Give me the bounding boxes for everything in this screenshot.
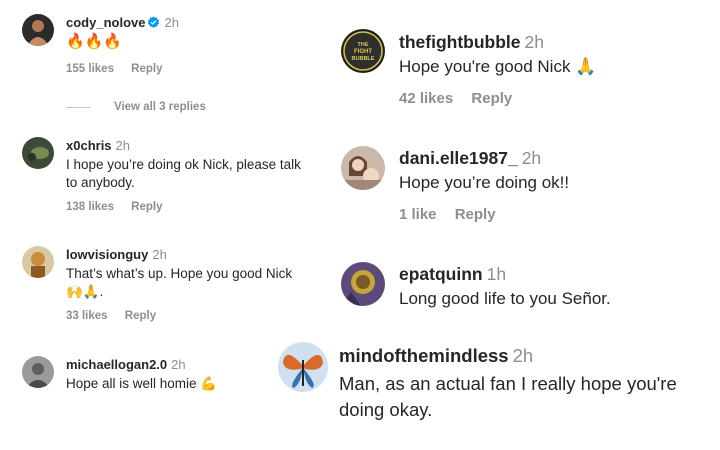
avatar[interactable]	[278, 342, 328, 392]
timestamp: 2h	[115, 138, 131, 153]
username[interactable]: mindofthemindless	[339, 345, 509, 366]
reply-button[interactable]: Reply	[131, 63, 162, 75]
likes-count[interactable]: 1 like	[399, 206, 437, 223]
timestamp: 2h	[171, 357, 186, 372]
comment-text: Hope you’re doing ok!!	[399, 173, 570, 192]
timestamp: 2h	[524, 32, 544, 52]
comment-text: 🔥🔥🔥	[66, 33, 123, 50]
comment: cody_nolove 2h 🔥🔥🔥 155 likes Reply	[66, 14, 266, 75]
likes-count[interactable]: 155 likes	[66, 63, 114, 75]
comment: x0chris 2h I hope you’re doing ok Nick, p…	[66, 137, 316, 213]
comment: dani.elle1987_ 2h Hope you’re doing ok!! …	[399, 148, 699, 223]
comment-text: Hope you're good Nick 🙏	[399, 57, 597, 76]
avatar[interactable]	[22, 246, 54, 278]
username[interactable]: thefightbubble	[399, 32, 521, 52]
username[interactable]: x0chris	[66, 138, 112, 153]
timestamp: 2h	[512, 345, 534, 366]
avatar[interactable]: THE FIGHT BUBBLE	[341, 29, 385, 73]
comment-text: I hope you’re doing ok Nick, please talk…	[66, 157, 301, 190]
avatar[interactable]	[341, 146, 385, 190]
username[interactable]: cody_nolove	[66, 15, 145, 30]
reply-button[interactable]: Reply	[125, 310, 156, 322]
verified-badge-icon	[148, 16, 160, 28]
username[interactable]: dani.elle1987_	[399, 148, 518, 168]
reply-button[interactable]: Reply	[471, 90, 512, 107]
avatar[interactable]	[341, 262, 385, 306]
timestamp: 2h	[164, 15, 179, 30]
view-replies-label: View all 3 replies	[114, 101, 206, 113]
timestamp: 1h	[486, 264, 507, 284]
comment: epatquinn 1h Long good life to you Señor.	[399, 264, 699, 310]
svg-text:BUBBLE: BUBBLE	[352, 56, 375, 62]
timestamp: 2h	[521, 148, 542, 168]
comment-text: Hope all is well homie 💪	[66, 376, 218, 391]
avatar[interactable]	[22, 14, 54, 46]
svg-text:FIGHT: FIGHT	[354, 49, 372, 55]
svg-text:THE: THE	[358, 42, 369, 48]
reply-button[interactable]: Reply	[131, 201, 162, 213]
comment: michaellogan2.0 2h Hope all is well homie…	[66, 356, 296, 393]
comment-text: Man, as an actual fan I really hope you'…	[339, 373, 677, 420]
username[interactable]: michaellogan2.0	[66, 357, 167, 372]
username[interactable]: epatquinn	[399, 264, 483, 284]
avatar[interactable]	[22, 137, 54, 169]
likes-count[interactable]: 138 likes	[66, 201, 114, 213]
reply-button[interactable]: Reply	[455, 206, 496, 223]
timestamp: 2h	[152, 247, 167, 262]
divider	[66, 106, 90, 108]
comment: lowvisionguy 2h That’s what’s up. Hope yo…	[66, 246, 316, 322]
view-replies-button[interactable]: View all 3 replies	[66, 101, 206, 113]
likes-count[interactable]: 33 likes	[66, 310, 108, 322]
username[interactable]: lowvisionguy	[66, 247, 148, 262]
comment-text: Long good life to you Señor.	[399, 289, 611, 308]
comment: mindofthemindless 2h Man, as an actual fa…	[339, 345, 689, 423]
comment: thefightbubble 2h Hope you're good Nick 🙏…	[399, 32, 699, 107]
likes-count[interactable]: 42 likes	[399, 90, 453, 107]
avatar[interactable]	[22, 356, 54, 388]
comment-text: That’s what’s up. Hope you good Nick 🙌🙏.	[66, 266, 293, 299]
